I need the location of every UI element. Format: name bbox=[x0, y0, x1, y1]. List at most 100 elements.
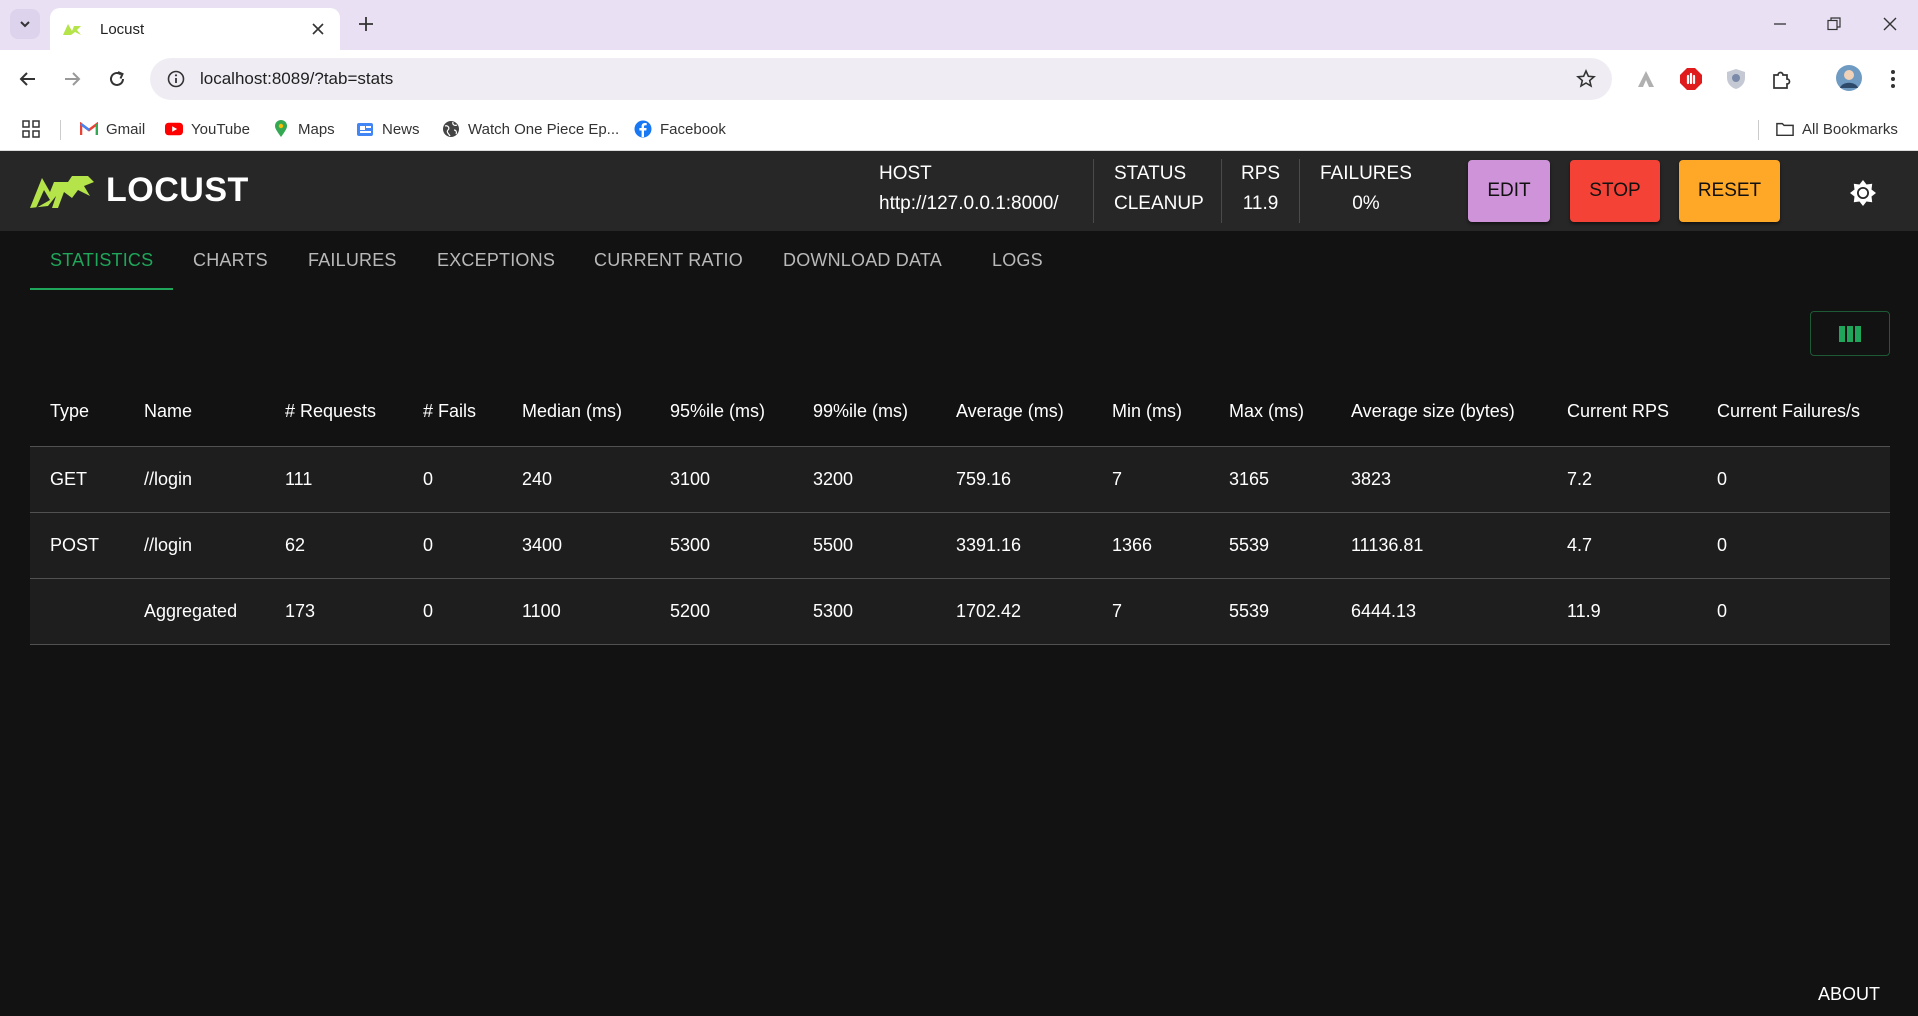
column-header-current-failures[interactable]: Current Failures/s bbox=[1697, 378, 1890, 447]
bookmark-news[interactable]: News bbox=[356, 118, 420, 140]
bookmark-youtube[interactable]: YouTube bbox=[165, 118, 250, 140]
table-row: POST //login 62 0 3400 5300 5500 3391.16… bbox=[30, 512, 1890, 579]
minimize-icon bbox=[1774, 23, 1786, 25]
new-tab-button[interactable] bbox=[352, 10, 380, 38]
rps-stat: RPS 11.9 bbox=[1241, 163, 1280, 215]
bookmark-gmail[interactable]: Gmail bbox=[80, 118, 145, 140]
cell-average: 1702.42 bbox=[936, 578, 1092, 645]
column-header-requests[interactable]: # Requests bbox=[265, 378, 403, 447]
bookmark-facebook[interactable]: Facebook bbox=[634, 118, 726, 140]
reset-button[interactable]: RESET bbox=[1679, 160, 1780, 222]
column-header-median[interactable]: Median (ms) bbox=[502, 378, 650, 447]
table-row-aggregated: Aggregated 173 0 1100 5200 5300 1702.42 … bbox=[30, 578, 1890, 645]
column-header-max[interactable]: Max (ms) bbox=[1209, 378, 1331, 447]
restore-icon bbox=[1827, 17, 1841, 31]
cell-fails: 0 bbox=[403, 512, 502, 579]
window-close-button[interactable] bbox=[1870, 10, 1910, 38]
cell-99ile: 3200 bbox=[793, 446, 936, 513]
reload-button[interactable] bbox=[101, 63, 133, 95]
bookmark-label: Maps bbox=[298, 120, 335, 138]
header-divider bbox=[1299, 159, 1300, 223]
tab-failures[interactable]: FAILURES bbox=[308, 250, 397, 271]
tab-title: Locust bbox=[100, 20, 145, 38]
tab-current-ratio[interactable]: CURRENT RATIO bbox=[594, 250, 743, 271]
tab-search-button[interactable] bbox=[10, 9, 40, 39]
adblock-icon[interactable] bbox=[1678, 66, 1704, 92]
extension-a-icon[interactable] bbox=[1633, 66, 1659, 92]
cell-name: //login bbox=[124, 446, 265, 513]
cell-current-rps: 4.7 bbox=[1547, 512, 1697, 579]
cell-current-rps: 7.2 bbox=[1547, 446, 1697, 513]
cell-95ile: 5200 bbox=[650, 578, 793, 645]
stop-button[interactable]: STOP bbox=[1570, 160, 1660, 222]
back-button[interactable] bbox=[12, 63, 44, 95]
bookmark-maps[interactable]: Maps bbox=[272, 118, 335, 140]
maps-icon bbox=[272, 120, 290, 138]
extensions-puzzle-icon[interactable] bbox=[1768, 66, 1794, 92]
status-stat: STATUS CLEANUP bbox=[1114, 163, 1204, 215]
bookmark-label: News bbox=[382, 120, 420, 138]
failures-stat: FAILURES 0% bbox=[1320, 163, 1412, 215]
column-header-fails[interactable]: # Fails bbox=[403, 378, 502, 447]
all-bookmarks-button[interactable]: All Bookmarks bbox=[1776, 118, 1898, 140]
locust-logo[interactable]: LOCUST bbox=[28, 171, 249, 210]
cell-median: 240 bbox=[502, 446, 650, 513]
column-header-95ile[interactable]: 95%ile (ms) bbox=[650, 378, 793, 447]
brightness-toggle-icon[interactable] bbox=[1849, 179, 1877, 207]
tab-close-icon[interactable] bbox=[308, 19, 328, 39]
view-column-icon bbox=[1839, 325, 1861, 342]
browser-tab-locust[interactable]: Locust bbox=[50, 8, 340, 50]
cell-95ile: 5300 bbox=[650, 512, 793, 579]
cell-median: 3400 bbox=[502, 512, 650, 579]
apps-grid-icon[interactable] bbox=[22, 118, 40, 140]
column-header-type[interactable]: Type bbox=[30, 378, 124, 447]
cell-99ile: 5500 bbox=[793, 512, 936, 579]
failures-value: 0% bbox=[1352, 193, 1380, 214]
column-header-name[interactable]: Name bbox=[124, 378, 265, 447]
news-icon bbox=[356, 120, 374, 138]
bookmarks-separator bbox=[60, 120, 61, 140]
tab-logs[interactable]: LOGS bbox=[992, 250, 1043, 271]
cell-max: 5539 bbox=[1209, 578, 1331, 645]
bookmark-star-icon[interactable] bbox=[1566, 69, 1606, 89]
edit-button[interactable]: EDIT bbox=[1468, 160, 1550, 222]
cell-name: Aggregated bbox=[124, 578, 265, 645]
shield-extension-icon[interactable] bbox=[1723, 66, 1749, 92]
tab-download-data[interactable]: DOWNLOAD DATA bbox=[783, 250, 942, 271]
tab-exceptions[interactable]: EXCEPTIONS bbox=[437, 250, 555, 271]
column-header-min[interactable]: Min (ms) bbox=[1092, 378, 1209, 447]
column-header-average-size[interactable]: Average size (bytes) bbox=[1331, 378, 1547, 447]
tab-statistics[interactable]: STATISTICS bbox=[50, 250, 153, 271]
restore-button[interactable] bbox=[1814, 10, 1854, 38]
about-link[interactable]: ABOUT bbox=[1818, 984, 1880, 1005]
cell-type bbox=[30, 578, 124, 645]
tab-charts[interactable]: CHARTS bbox=[193, 250, 268, 271]
site-info-icon[interactable] bbox=[156, 70, 196, 88]
cell-average: 759.16 bbox=[936, 446, 1092, 513]
minimize-button[interactable] bbox=[1760, 10, 1800, 38]
cell-max: 3165 bbox=[1209, 446, 1331, 513]
locust-favicon-icon bbox=[63, 24, 81, 35]
address-bar[interactable]: localhost:8089/?tab=stats bbox=[150, 58, 1612, 100]
table-header-row: Type Name # Requests # Fails Median (ms)… bbox=[30, 378, 1890, 447]
bookmark-one-piece[interactable]: Watch One Piece Ep... bbox=[442, 118, 619, 140]
cell-requests: 62 bbox=[265, 512, 403, 579]
profile-avatar[interactable] bbox=[1834, 63, 1864, 93]
cell-type: POST bbox=[30, 512, 124, 579]
cell-95ile: 3100 bbox=[650, 446, 793, 513]
chevron-down-icon bbox=[20, 21, 30, 28]
column-selector-button[interactable] bbox=[1810, 311, 1890, 356]
cell-current-rps: 11.9 bbox=[1547, 578, 1697, 645]
browser-tab-strip: Locust bbox=[0, 0, 1918, 50]
cell-average: 3391.16 bbox=[936, 512, 1092, 579]
active-tab-indicator bbox=[30, 288, 173, 290]
column-header-99ile[interactable]: 99%ile (ms) bbox=[793, 378, 936, 447]
column-header-current-rps[interactable]: Current RPS bbox=[1547, 378, 1697, 447]
forward-button[interactable] bbox=[56, 63, 88, 95]
locust-logo-icon bbox=[30, 175, 94, 208]
cell-median: 1100 bbox=[502, 578, 650, 645]
browser-menu-icon[interactable] bbox=[1880, 66, 1906, 92]
youtube-icon bbox=[165, 120, 183, 138]
column-header-average[interactable]: Average (ms) bbox=[936, 378, 1092, 447]
cell-min: 7 bbox=[1092, 578, 1209, 645]
